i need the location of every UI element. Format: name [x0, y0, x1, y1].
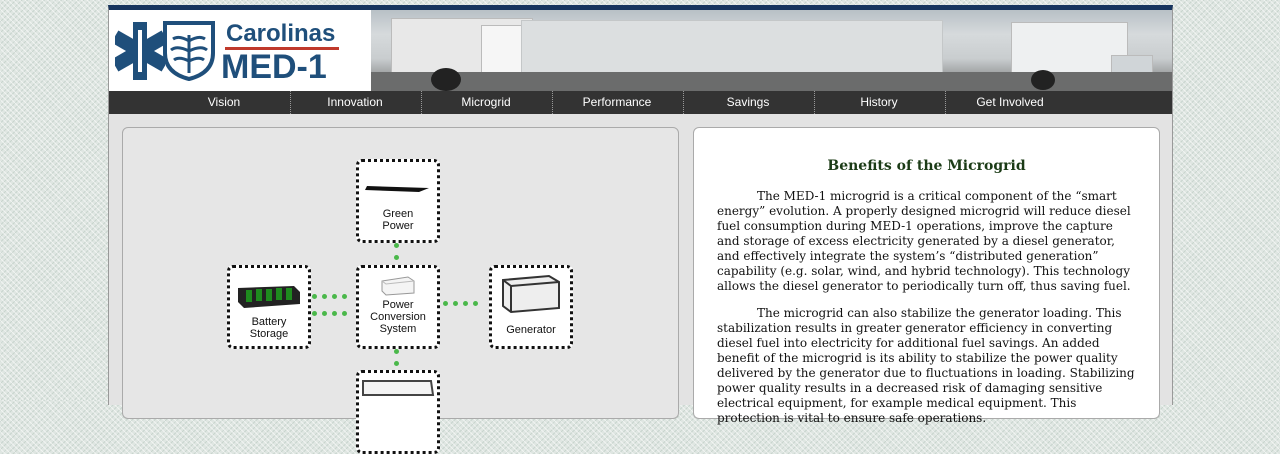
- battery-icon: [238, 286, 300, 308]
- additional-system-box: [356, 370, 440, 454]
- green-power-box: Green Power: [356, 159, 440, 243]
- power-conversion-box: Power Conversion System: [356, 265, 440, 349]
- power-conversion-label: Power Conversion System: [370, 299, 426, 335]
- header: Carolinas MED-1: [109, 10, 1172, 93]
- trailer-icon: [362, 380, 435, 396]
- nav-item-innovation[interactable]: Innovation: [290, 91, 420, 114]
- star-of-life-icon: [115, 22, 165, 80]
- shield-tree-icon: [163, 21, 215, 81]
- logo-text-med1: MED-1: [221, 48, 327, 86]
- battery-storage-label: Battery Storage: [249, 316, 289, 340]
- nav-item-microgrid[interactable]: Microgrid: [421, 91, 551, 114]
- page-container: Carolinas MED-1 Vision Innovation Microg…: [108, 5, 1173, 454]
- green-power-label: Green Power: [382, 208, 414, 232]
- nav-item-history[interactable]: History: [814, 91, 944, 114]
- generator-box: Generator: [489, 265, 573, 349]
- logo[interactable]: Carolinas MED-1: [109, 10, 371, 91]
- battery-storage-box: Battery Storage: [227, 265, 311, 349]
- nav-item-vision[interactable]: Vision: [159, 91, 289, 114]
- nav-item-get-involved[interactable]: Get Involved: [945, 91, 1075, 114]
- nav-item-savings[interactable]: Savings: [683, 91, 813, 114]
- logo-text-carolinas: Carolinas: [226, 20, 336, 47]
- generator-icon: [502, 274, 560, 314]
- inverter-icon: [381, 276, 415, 296]
- main-nav: Vision Innovation Microgrid Performance …: [109, 91, 1172, 114]
- solar-panel-icon: [365, 186, 429, 192]
- nav-item-performance[interactable]: Performance: [552, 91, 682, 114]
- article-panel: Benefits of the Microgrid The MED-1 micr…: [693, 127, 1160, 425]
- article-paragraph: The microgrid can also stabilize the gen…: [717, 306, 1135, 425]
- header-photo-trucks: [371, 10, 1172, 93]
- article-title: Benefits of the Microgrid: [827, 158, 1026, 174]
- microgrid-diagram-panel: Green Power Power Conversion System Batt…: [122, 127, 679, 454]
- article-paragraph: The MED-1 microgrid is a critical compon…: [717, 189, 1131, 293]
- generator-label: Generator: [506, 324, 556, 336]
